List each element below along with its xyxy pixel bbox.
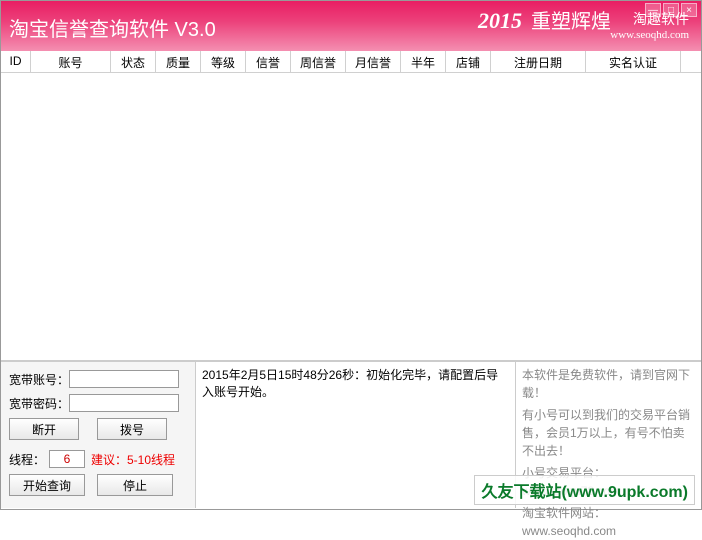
account-input[interactable] [69,370,179,388]
column-header[interactable]: 状态 [111,51,156,72]
banner-brand-block: 淘趣软件 www.seoqhd.com [610,9,689,41]
info-line-2: 有小号可以到我们的交易平台销售，会员1万以上，有号不怕卖不出去！ [522,406,695,460]
column-header[interactable]: 店铺 [446,51,491,72]
account-label: 宽带账号： [9,371,69,388]
password-input[interactable] [69,394,179,412]
column-header[interactable]: 月信誉 [346,51,401,72]
column-header[interactable]: 周信誉 [291,51,346,72]
app-window: — □ × 淘宝信誉查询软件 V3.0 2015 重塑辉煌 淘趣软件 www.s… [0,0,702,510]
table-body [1,73,701,361]
column-header[interactable]: 半年 [401,51,446,72]
disconnect-button[interactable]: 断开 [9,418,79,440]
info-line-4: 淘宝软件网站：www.seoqhd.com [522,504,695,540]
log-line: 2015年2月5日15时48分26秒：初始化完毕，请配置后导入账号开始。 [202,366,509,400]
banner: 2015 重塑辉煌 [478,5,611,34]
banner-year: 2015 [478,8,522,33]
titlebar: — □ × 淘宝信誉查询软件 V3.0 2015 重塑辉煌 淘趣软件 www.s… [1,1,701,51]
table-header: ID账号状态质量等级信誉周信誉月信誉半年店铺注册日期实名认证 [1,51,701,73]
watermark: 久友下载站(www.9upk.com) [474,475,695,505]
password-label: 宽带密码： [9,395,69,412]
info-line-1: 本软件是免费软件，请到官网下载！ [522,366,695,402]
banner-url: www.seoqhd.com [610,29,689,41]
column-header[interactable]: 实名认证 [586,51,681,72]
banner-brand: 淘趣软件 [610,9,689,29]
column-header[interactable]: 注册日期 [491,51,586,72]
stop-button[interactable]: 停止 [97,474,173,496]
banner-slogan: 重塑辉煌 [531,11,611,33]
dial-button[interactable]: 拨号 [97,418,167,440]
column-header[interactable]: 账号 [31,51,111,72]
column-header[interactable]: 信誉 [246,51,291,72]
log-panel: 2015年2月5日15时48分26秒：初始化完毕，请配置后导入账号开始。 [196,362,516,508]
control-panel: 宽带账号： 宽带密码： 断开 拨号 线程： 建议：5-10线程 开始查询 停止 [1,362,196,508]
table-area: ID账号状态质量等级信誉周信誉月信誉半年店铺注册日期实名认证 [1,51,701,361]
start-query-button[interactable]: 开始查询 [9,474,85,496]
thread-hint: 建议：5-10线程 [91,451,175,468]
thread-input[interactable] [49,450,85,468]
column-header[interactable]: 等级 [201,51,246,72]
thread-label: 线程： [9,451,49,468]
column-header[interactable]: ID [1,51,31,72]
column-header[interactable]: 质量 [156,51,201,72]
